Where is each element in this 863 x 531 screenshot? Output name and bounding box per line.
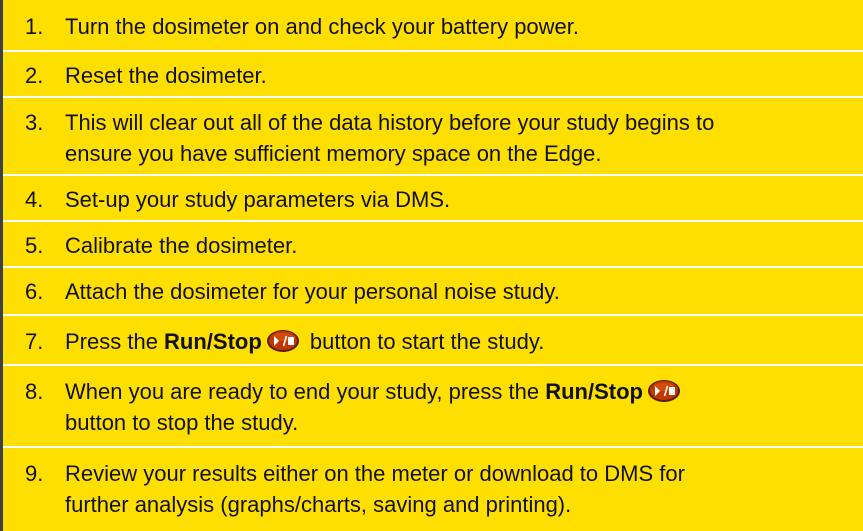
run-stop-button-icon bbox=[647, 380, 680, 403]
step-text-line: Review your results either on the meter … bbox=[65, 461, 685, 486]
step-text: Set-up your study parameters via DMS. bbox=[65, 187, 451, 212]
step-item: 2. Reset the dosimeter. bbox=[3, 50, 863, 96]
run-stop-label: Run/Stop bbox=[164, 329, 262, 354]
step-number: 3. bbox=[25, 110, 44, 135]
step-text: Attach the dosimeter for your personal n… bbox=[65, 279, 560, 304]
step-item: 5. Calibrate the dosimeter. bbox=[3, 220, 863, 266]
step-number: 4. bbox=[25, 187, 44, 212]
step-text-segment: When you are ready to end your study, pr… bbox=[65, 379, 546, 404]
step-number: 8. bbox=[25, 379, 44, 404]
step-text-line: button to stop the study. bbox=[65, 410, 299, 435]
step-item: 7. Press the Run/Stop button to start th… bbox=[3, 314, 863, 364]
step-number: 9. bbox=[25, 461, 44, 486]
step-text-line: ensure you have sufficient memory space … bbox=[65, 141, 602, 166]
step-text: Press the Run/Stop button to start the s… bbox=[65, 326, 855, 357]
run-stop-button-icon bbox=[266, 330, 299, 353]
step-item: 3. This will clear out all of the data h… bbox=[3, 96, 863, 174]
step-item: 9. Review your results either on the met… bbox=[3, 446, 863, 531]
step-text: Reset the dosimeter. bbox=[65, 63, 267, 88]
step-text: Review your results either on the meter … bbox=[65, 458, 855, 520]
step-item: 1. Turn the dosimeter on and check your … bbox=[3, 4, 863, 50]
step-number: 6. bbox=[25, 279, 44, 304]
run-stop-label: Run/Stop bbox=[545, 379, 643, 404]
step-text: Turn the dosimeter on and check your bat… bbox=[65, 14, 580, 39]
step-text: When you are ready to end your study, pr… bbox=[65, 376, 855, 438]
step-item: 8. When you are ready to end your study,… bbox=[3, 364, 863, 446]
step-text: This will clear out all of the data hist… bbox=[65, 107, 855, 169]
step-text-line: This will clear out all of the data hist… bbox=[65, 110, 715, 135]
step-number: 5. bbox=[25, 233, 44, 258]
step-text: Calibrate the dosimeter. bbox=[65, 233, 298, 258]
step-text-line: further analysis (graphs/charts, saving … bbox=[65, 492, 572, 517]
step-number: 7. bbox=[25, 329, 44, 354]
instructions-panel: 1. Turn the dosimeter on and check your … bbox=[0, 0, 863, 531]
step-text-segment: button to start the study. bbox=[303, 329, 545, 354]
step-number: 2. bbox=[25, 63, 44, 88]
step-item: 4. Set-up your study parameters via DMS. bbox=[3, 174, 863, 220]
step-text-segment: Press the bbox=[65, 329, 165, 354]
steps-list: 1. Turn the dosimeter on and check your … bbox=[3, 0, 863, 531]
step-item: 6. Attach the dosimeter for your persona… bbox=[3, 266, 863, 314]
step-number: 1. bbox=[25, 14, 44, 39]
